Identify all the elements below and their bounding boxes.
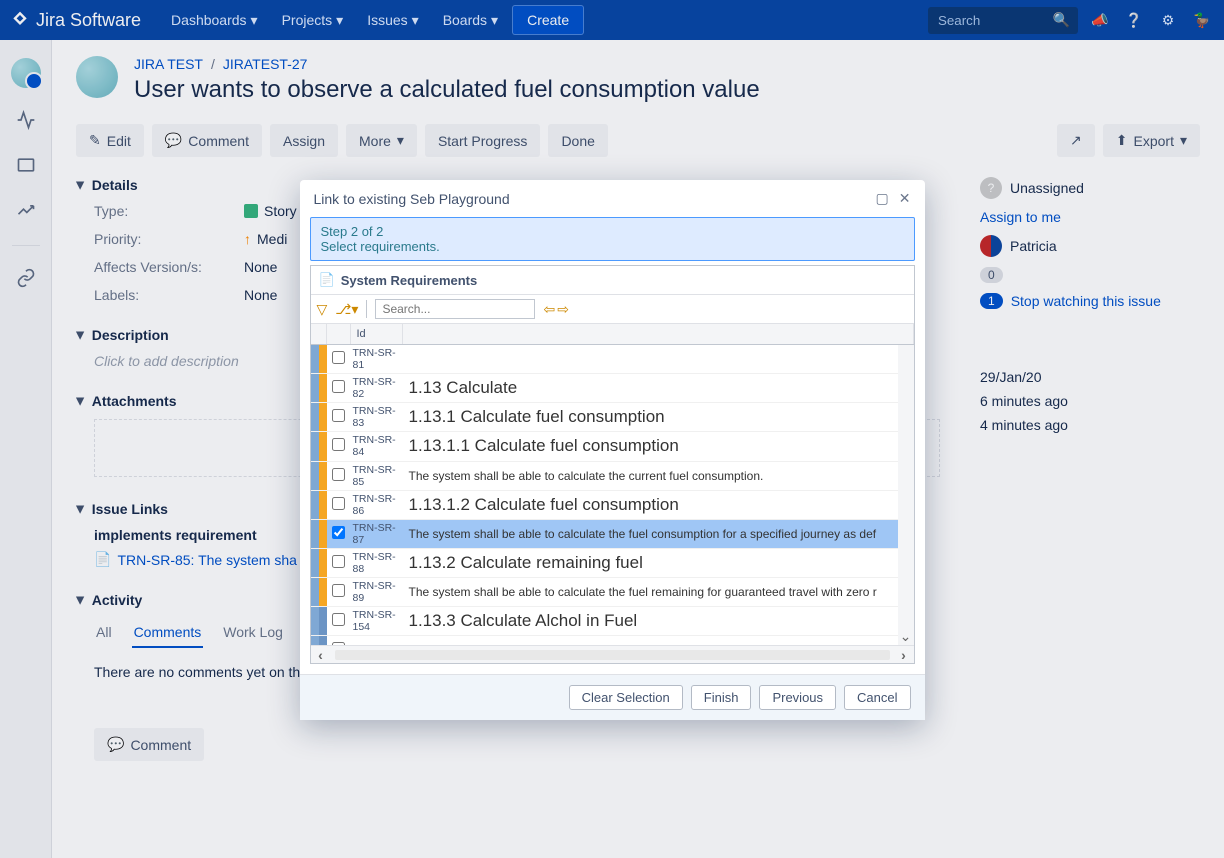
requirement-row[interactable]: TRN-SR-861.13.1.2 Calculate fuel consump… bbox=[311, 491, 914, 520]
id-column-header: Id bbox=[351, 324, 403, 344]
select-requirement-checkbox[interactable] bbox=[332, 555, 345, 568]
close-icon[interactable]: ✕ bbox=[899, 190, 911, 207]
requirement-id: TRN-SR-84 bbox=[351, 432, 403, 460]
requirement-text: 1.13.1.2 Calculate fuel consumption bbox=[403, 491, 914, 519]
link-requirement-modal: Link to existing Seb Playground ▢ ✕ Step… bbox=[300, 180, 925, 720]
next-result-icon[interactable]: ⇨ bbox=[557, 301, 569, 318]
requirement-row[interactable]: TRN-SR-1541.13.3 Calculate Alchol in Fue… bbox=[311, 607, 914, 636]
requirement-row[interactable]: TRN-SR-831.13.1 Calculate fuel consumpti… bbox=[311, 403, 914, 432]
scroll-down-icon[interactable]: ⌄ bbox=[898, 628, 914, 645]
modal-overlay: Link to existing Seb Playground ▢ ✕ Step… bbox=[0, 0, 1224, 858]
cancel-button[interactable]: Cancel bbox=[844, 685, 910, 710]
select-requirement-checkbox[interactable] bbox=[332, 526, 345, 539]
requirement-id: TRN-SR-83 bbox=[351, 403, 403, 431]
requirement-text: 1.13.1.1 Calculate fuel consumption bbox=[403, 432, 914, 460]
requirement-text: The system shall be able to calculate th… bbox=[403, 581, 914, 603]
requirement-id: TRN-SR-89 bbox=[351, 578, 403, 606]
requirements-grid: TRN-SR-81TRN-SR-821.13 CalculateTRN-SR-8… bbox=[311, 345, 914, 645]
scroll-right-icon[interactable]: › bbox=[894, 647, 914, 663]
select-requirement-checkbox[interactable] bbox=[332, 613, 345, 626]
requirements-panel: 📄 System Requirements ▽ ⎇▾ ⇦ ⇨ Id bbox=[310, 265, 915, 664]
select-requirement-checkbox[interactable] bbox=[332, 497, 345, 510]
tree-icon[interactable]: ⎇▾ bbox=[335, 301, 358, 318]
requirement-id: TRN-SR-85 bbox=[351, 462, 403, 490]
select-requirement-checkbox[interactable] bbox=[332, 351, 345, 364]
finish-button[interactable]: Finish bbox=[691, 685, 752, 710]
requirement-id: TRN-SR- bbox=[351, 642, 403, 645]
requirement-row[interactable]: TRN-SR-The system shall be able to measu… bbox=[311, 636, 914, 645]
select-requirement-checkbox[interactable] bbox=[332, 438, 345, 451]
requirement-text: The system shall be able to measure the … bbox=[403, 639, 914, 645]
requirement-id: TRN-SR-88 bbox=[351, 549, 403, 577]
scroll-left-icon[interactable]: ‹ bbox=[311, 647, 331, 663]
requirement-text: The system shall be able to calculate th… bbox=[403, 523, 914, 545]
clear-selection-button[interactable]: Clear Selection bbox=[569, 685, 683, 710]
requirement-id: TRN-SR-82 bbox=[351, 374, 403, 402]
select-requirement-checkbox[interactable] bbox=[332, 409, 345, 422]
requirement-text: 1.13.3 Calculate Alchol in Fuel bbox=[403, 607, 914, 635]
filter-icon[interactable]: ▽ bbox=[317, 301, 328, 318]
requirement-text: 1.13.2 Calculate remaining fuel bbox=[403, 549, 914, 577]
vertical-scrollbar[interactable]: ⌄ bbox=[898, 345, 914, 645]
select-requirement-checkbox[interactable] bbox=[332, 584, 345, 597]
requirement-row[interactable]: TRN-SR-881.13.2 Calculate remaining fuel bbox=[311, 549, 914, 578]
requirement-row[interactable]: TRN-SR-841.13.1.1 Calculate fuel consump… bbox=[311, 432, 914, 461]
requirement-row[interactable]: TRN-SR-89The system shall be able to cal… bbox=[311, 578, 914, 607]
requirement-text: The system shall be able to calculate th… bbox=[403, 465, 914, 487]
select-requirement-checkbox[interactable] bbox=[332, 468, 345, 481]
panel-title: System Requirements bbox=[341, 273, 478, 288]
prev-result-icon[interactable]: ⇦ bbox=[543, 301, 555, 318]
modal-title: Link to existing Seb Playground bbox=[314, 191, 510, 207]
requirement-id: TRN-SR-86 bbox=[351, 491, 403, 519]
requirement-row[interactable]: TRN-SR-85The system shall be able to cal… bbox=[311, 462, 914, 491]
requirement-text bbox=[403, 355, 914, 363]
horizontal-scrollbar[interactable]: ‹ › bbox=[311, 645, 914, 663]
requirement-row[interactable]: TRN-SR-821.13 Calculate bbox=[311, 374, 914, 403]
select-requirement-checkbox[interactable] bbox=[332, 642, 345, 645]
document-icon: 📄 bbox=[319, 272, 335, 288]
requirement-search-input[interactable] bbox=[375, 299, 535, 319]
requirement-row[interactable]: TRN-SR-87The system shall be able to cal… bbox=[311, 520, 914, 549]
maximize-icon[interactable]: ▢ bbox=[876, 190, 889, 207]
requirement-id: TRN-SR-81 bbox=[351, 345, 403, 373]
select-requirement-checkbox[interactable] bbox=[332, 380, 345, 393]
requirement-text: 1.13 Calculate bbox=[403, 374, 914, 402]
wizard-step-box: Step 2 of 2 Select requirements. bbox=[310, 217, 915, 261]
previous-button[interactable]: Previous bbox=[759, 685, 836, 710]
requirement-id: TRN-SR-87 bbox=[351, 520, 403, 548]
requirement-id: TRN-SR-154 bbox=[351, 607, 403, 635]
requirement-row[interactable]: TRN-SR-81 bbox=[311, 345, 914, 374]
requirement-text: 1.13.1 Calculate fuel consumption bbox=[403, 403, 914, 431]
